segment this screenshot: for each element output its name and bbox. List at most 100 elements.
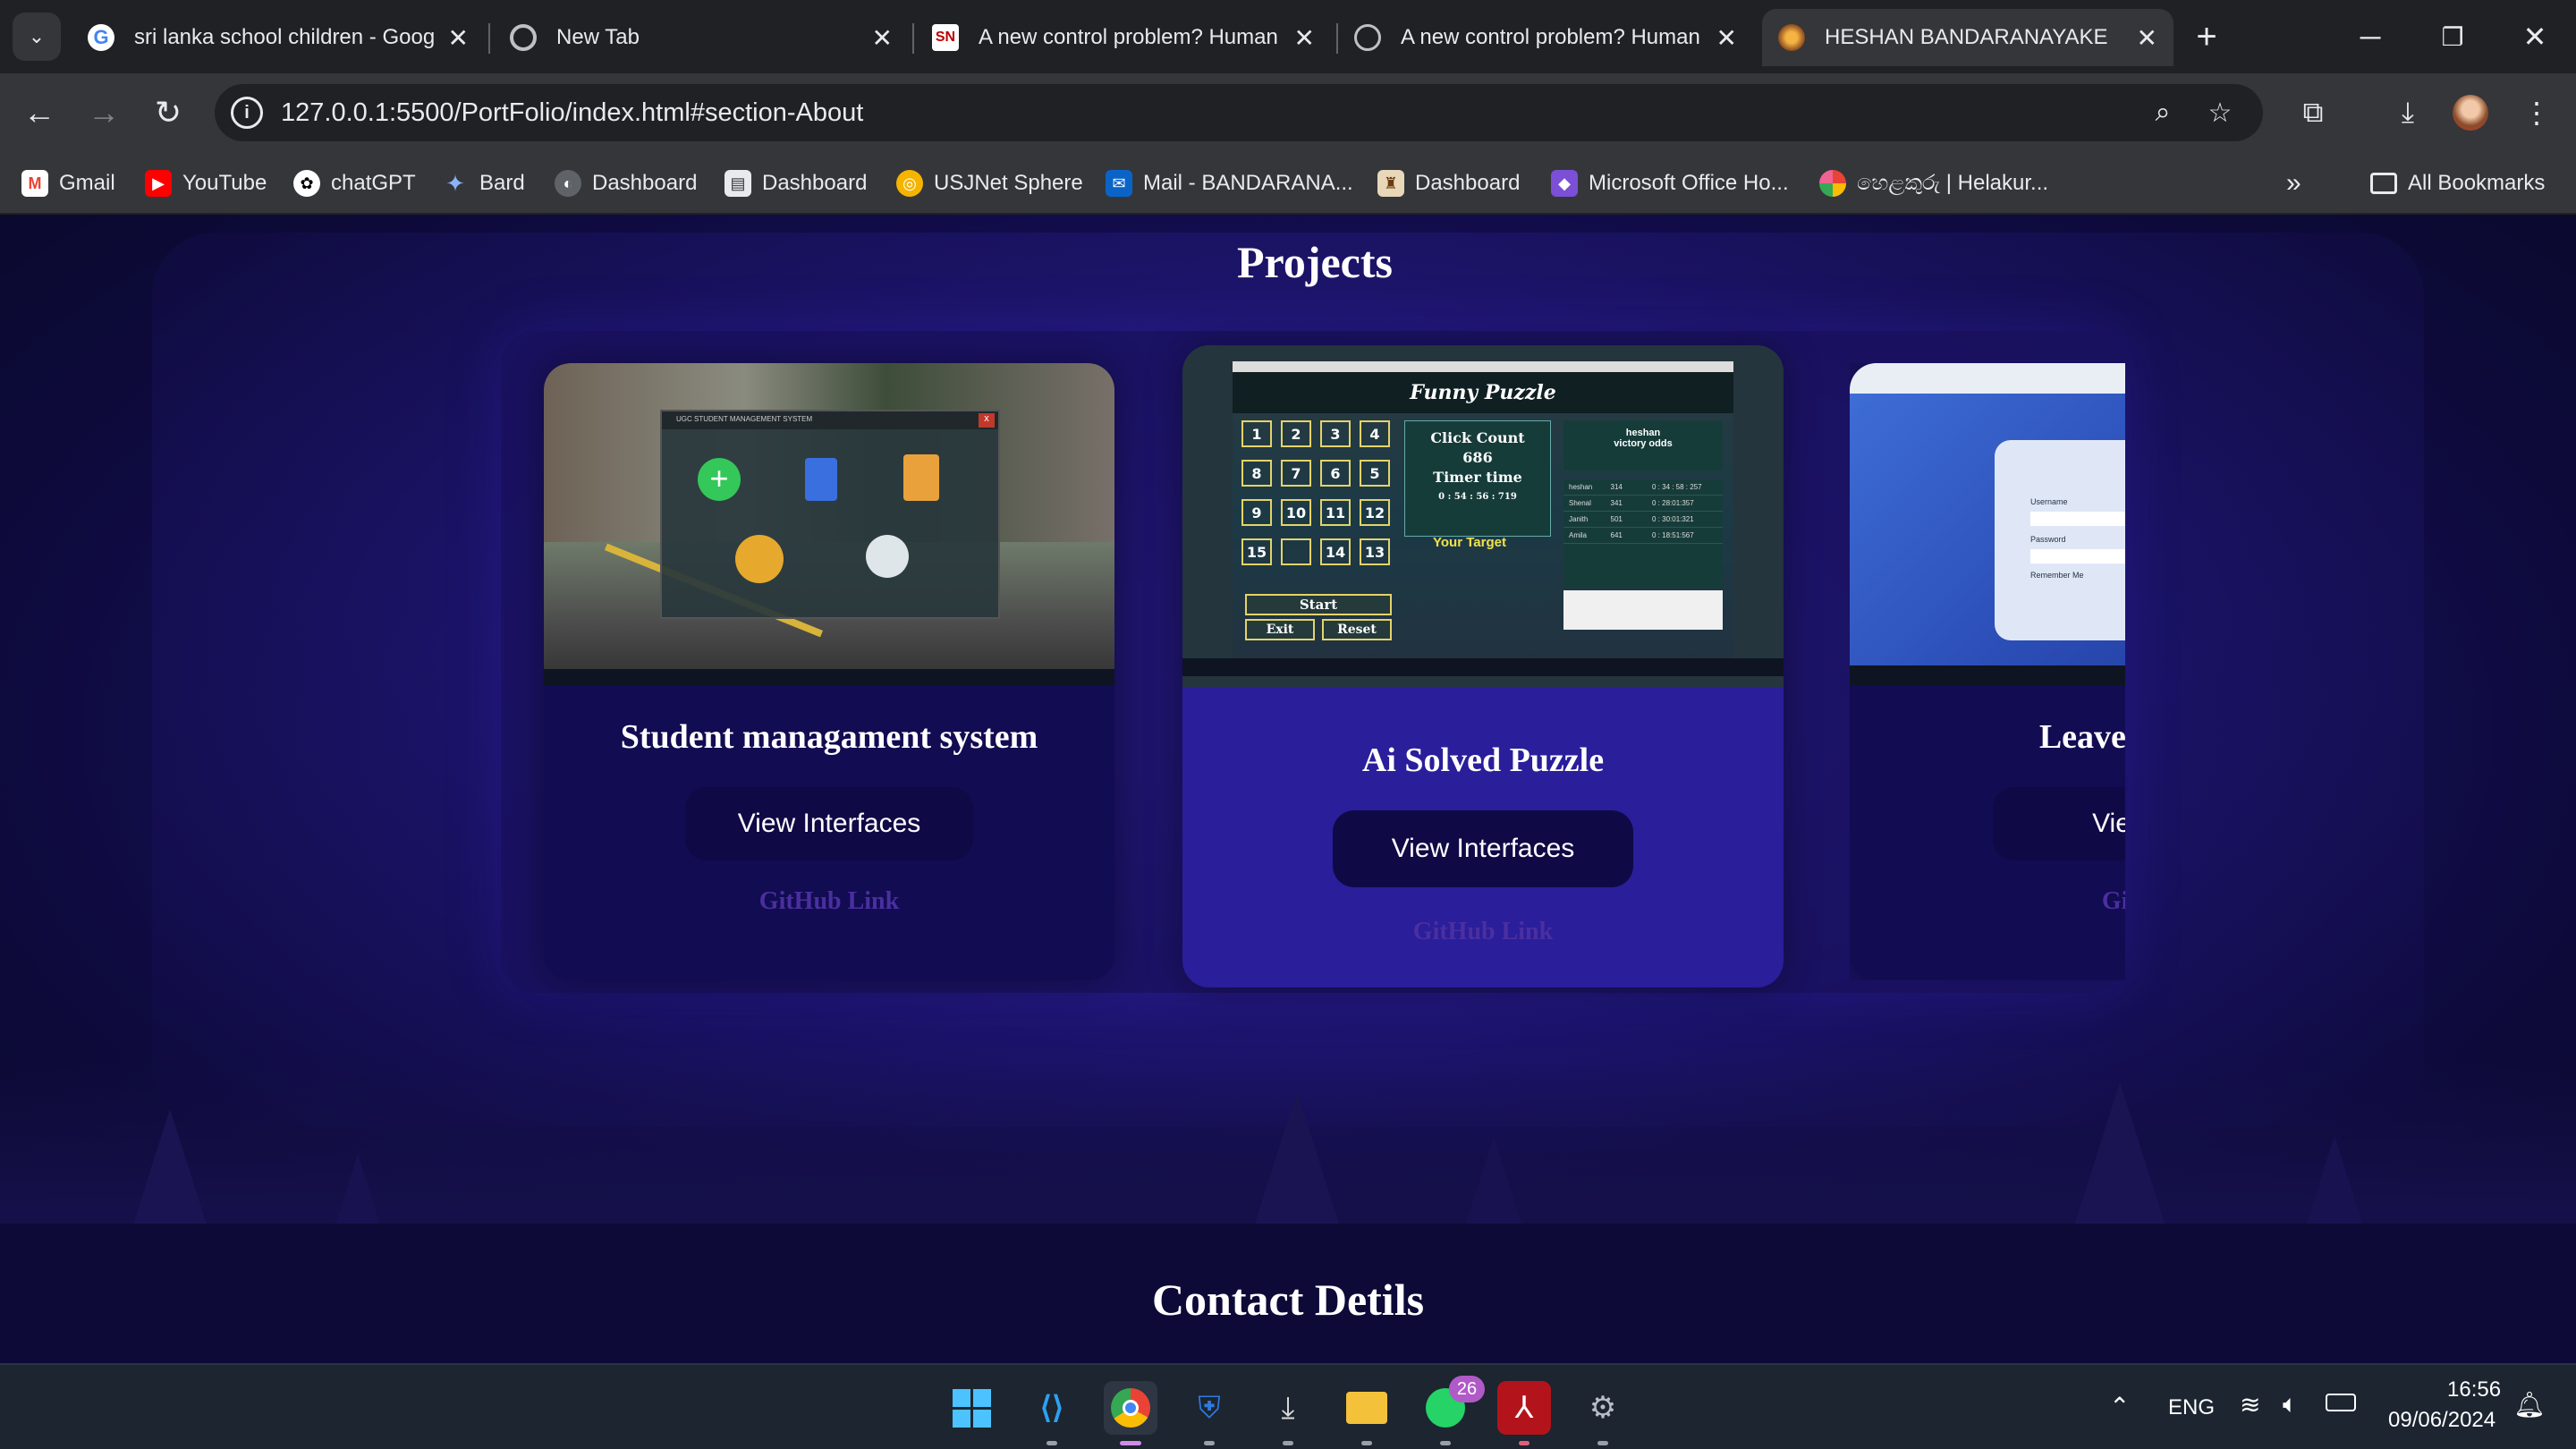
settings-icon[interactable]: ⚙ <box>1576 1381 1630 1445</box>
acrobat-icon[interactable]: ⅄ <box>1497 1381 1551 1445</box>
bookmark-dashboard-2[interactable]: ▤ Dashboard <box>724 168 867 199</box>
score-clicks: 341 <box>1610 499 1623 507</box>
forward-icon[interactable]: → <box>80 89 127 136</box>
timer-value: 0 : 54 : 56 : 719 <box>1438 492 1517 502</box>
github-link[interactable]: GitHub Link <box>544 887 1114 916</box>
puzzle-cell: 5 <box>1360 460 1390 487</box>
windows-start-icon[interactable] <box>945 1381 998 1435</box>
contact-heading: Contact Detils <box>1151 1275 1425 1325</box>
tab-divider <box>912 23 914 54</box>
profile-avatar[interactable] <box>2447 89 2494 136</box>
language-indicator[interactable]: ENG <box>2168 1395 2215 1420</box>
puzzle-cell: 12 <box>1360 499 1390 526</box>
score-row: heshan 314 0 : 34 : 58 : 257 <box>1563 479 1723 496</box>
view-interfaces-button[interactable]: View In <box>1993 787 2125 860</box>
puzzle-start-button: Start <box>1245 594 1392 615</box>
tab-strip: ⌄ G sri lanka school children - Goog ✕ N… <box>0 0 2576 73</box>
view-interfaces-button[interactable]: View Interfaces <box>1333 810 1633 887</box>
restore-icon[interactable]: ❐ <box>2417 13 2488 61</box>
close-tab-icon[interactable]: ✕ <box>872 23 893 53</box>
tab-search-dropdown-icon[interactable]: ⌄ <box>13 13 61 61</box>
chrome-taskbar-icon[interactable] <box>1104 1381 1157 1445</box>
all-bookmarks-label: All Bookmarks <box>2408 171 2546 195</box>
bookmark-star-icon[interactable]: ☆ <box>2204 97 2236 129</box>
all-bookmarks-button[interactable]: All Bookmarks <box>2370 168 2545 199</box>
back-icon[interactable]: ← <box>16 89 63 136</box>
score-blank <box>1563 590 1723 630</box>
battery-icon[interactable] <box>2326 1394 2356 1411</box>
tab-divider <box>488 23 490 54</box>
username-label: Username <box>2030 497 2068 506</box>
site-info-icon[interactable]: i <box>231 97 263 129</box>
tab-portfolio[interactable]: HESHAN BANDARANAYAKE ✕ <box>1762 9 2174 66</box>
gmail-icon: M <box>21 170 48 197</box>
bookmark-helakuru[interactable]: හෙළකුරු | Helakur... <box>1819 168 2048 199</box>
github-link[interactable]: GitHub Link <box>1182 918 1784 946</box>
defender-icon[interactable]: ⛨ <box>1182 1381 1236 1445</box>
bookmark-label: Dashboard <box>1415 171 1521 195</box>
bookmark-chatgpt[interactable]: ✿ chatGPT <box>293 168 416 199</box>
volume-icon[interactable]: 🔈︎ <box>2283 1390 2298 1419</box>
bookmark-usjnet[interactable]: ◎ USJNet Sphere <box>896 168 1083 199</box>
tab-new-tab[interactable]: New Tab ✕ <box>494 9 909 66</box>
victory-label: victory odds <box>1614 438 1673 449</box>
tab-control-problem-2[interactable]: A new control problem? Human ✕ <box>1338 9 1753 66</box>
office-icon: ◆ <box>1551 170 1578 197</box>
github-link[interactable]: GitHu <box>1850 887 2125 916</box>
clock-date[interactable]: 09/06/2024 <box>2388 1408 2496 1433</box>
menu-kebab-icon[interactable]: ⋮ <box>2513 89 2560 136</box>
close-tab-icon[interactable]: ✕ <box>2137 23 2157 53</box>
view-interfaces-button[interactable]: View Interfaces <box>685 787 973 860</box>
zoom-icon[interactable]: ⌕ <box>2147 97 2179 129</box>
score-time: 0 : 30:01:321 <box>1652 515 1694 523</box>
vscode-icon[interactable]: ⟨⟩ <box>1025 1381 1079 1445</box>
score-time: 0 : 34 : 58 : 257 <box>1652 483 1702 491</box>
url-text[interactable]: 127.0.0.1:5500/PortFolio/index.html#sect… <box>281 98 863 128</box>
bookmark-outlook-mail[interactable]: ✉ Mail - BANDARANA... <box>1106 168 1353 199</box>
whatsapp-icon[interactable]: 26 <box>1419 1376 1485 1445</box>
player-name: heshan <box>1625 428 1661 438</box>
bookmark-gmail[interactable]: M Gmail <box>21 168 115 199</box>
chevron-up-icon[interactable]: ⌃ <box>2109 1392 2130 1421</box>
bookmark-label: chatGPT <box>331 171 416 195</box>
close-tab-icon[interactable]: ✕ <box>448 23 469 53</box>
reload-icon[interactable]: ↻ <box>145 89 191 136</box>
bookmark-dashboard-3[interactable]: ♜ Dashboard <box>1377 168 1520 199</box>
bookmark-bard[interactable]: ✦ Bard <box>442 168 525 199</box>
score-name: heshan <box>1569 483 1593 491</box>
wifi-icon[interactable]: ≋ <box>2240 1390 2260 1419</box>
project-screenshot: Funny Puzzle 1 2 3 4 8 7 6 5 9 10 11 12 15 14 13 Click… <box>1182 345 1784 687</box>
score-time: 0 : 18:51:567 <box>1652 531 1694 539</box>
bookmark-youtube[interactable]: ▶ YouTube <box>145 168 267 199</box>
bookmark-dashboard-1[interactable]: ◐ Dashboard <box>555 168 697 199</box>
bookmark-office[interactable]: ◆ Microsoft Office Ho... <box>1551 168 1789 199</box>
bookmark-label: හෙළකුරු | Helakur... <box>1857 171 2049 195</box>
tab-control-problem-1[interactable]: SN A new control problem? Human ✕ <box>916 9 1331 66</box>
outlook-icon: ✉ <box>1106 170 1132 197</box>
project-card-leave-management: Username Password Remember Me Leave mana… <box>1850 363 2125 980</box>
google-icon: G <box>88 24 114 51</box>
clock-time[interactable]: 16:56 <box>2447 1377 2501 1402</box>
puzzle-exit-button: Exit <box>1245 619 1315 640</box>
address-bar[interactable]: i 127.0.0.1:5500/PortFolio/index.html#se… <box>215 84 2263 141</box>
puzzle-cell: 1 <box>1241 420 1272 447</box>
more-bookmarks-chevron-icon[interactable]: » <box>2286 168 2301 199</box>
close-tab-icon[interactable]: ✕ <box>1716 23 1737 53</box>
bookmark-label: Mail - BANDARANA... <box>1143 171 1353 195</box>
file-explorer-icon[interactable] <box>1340 1381 1394 1445</box>
download-icon[interactable]: ⤓ <box>2385 89 2431 136</box>
chatgpt-icon: ✿ <box>293 170 320 197</box>
close-window-icon[interactable]: ✕ <box>2499 13 2571 61</box>
score-name: Shenal <box>1569 499 1591 507</box>
new-tab-button[interactable]: + <box>2175 13 2238 61</box>
tab-google-search[interactable]: G sri lanka school children - Goog ✕ <box>72 9 485 66</box>
puzzle-cell: 15 <box>1241 538 1272 565</box>
puzzle-cell: 8 <box>1241 460 1272 487</box>
extensions-icon[interactable]: ⧉ <box>2290 89 2336 136</box>
puzzle-cell: 13 <box>1360 538 1390 565</box>
sourcetree-icon[interactable]: ⤓ <box>1261 1381 1315 1445</box>
notification-bell-icon[interactable]: 🔔︎ <box>2513 1390 2546 1419</box>
minimize-icon[interactable]: ─ <box>2334 13 2406 61</box>
bookmark-label: Microsoft Office Ho... <box>1589 171 1789 195</box>
close-tab-icon[interactable]: ✕ <box>1294 23 1315 53</box>
